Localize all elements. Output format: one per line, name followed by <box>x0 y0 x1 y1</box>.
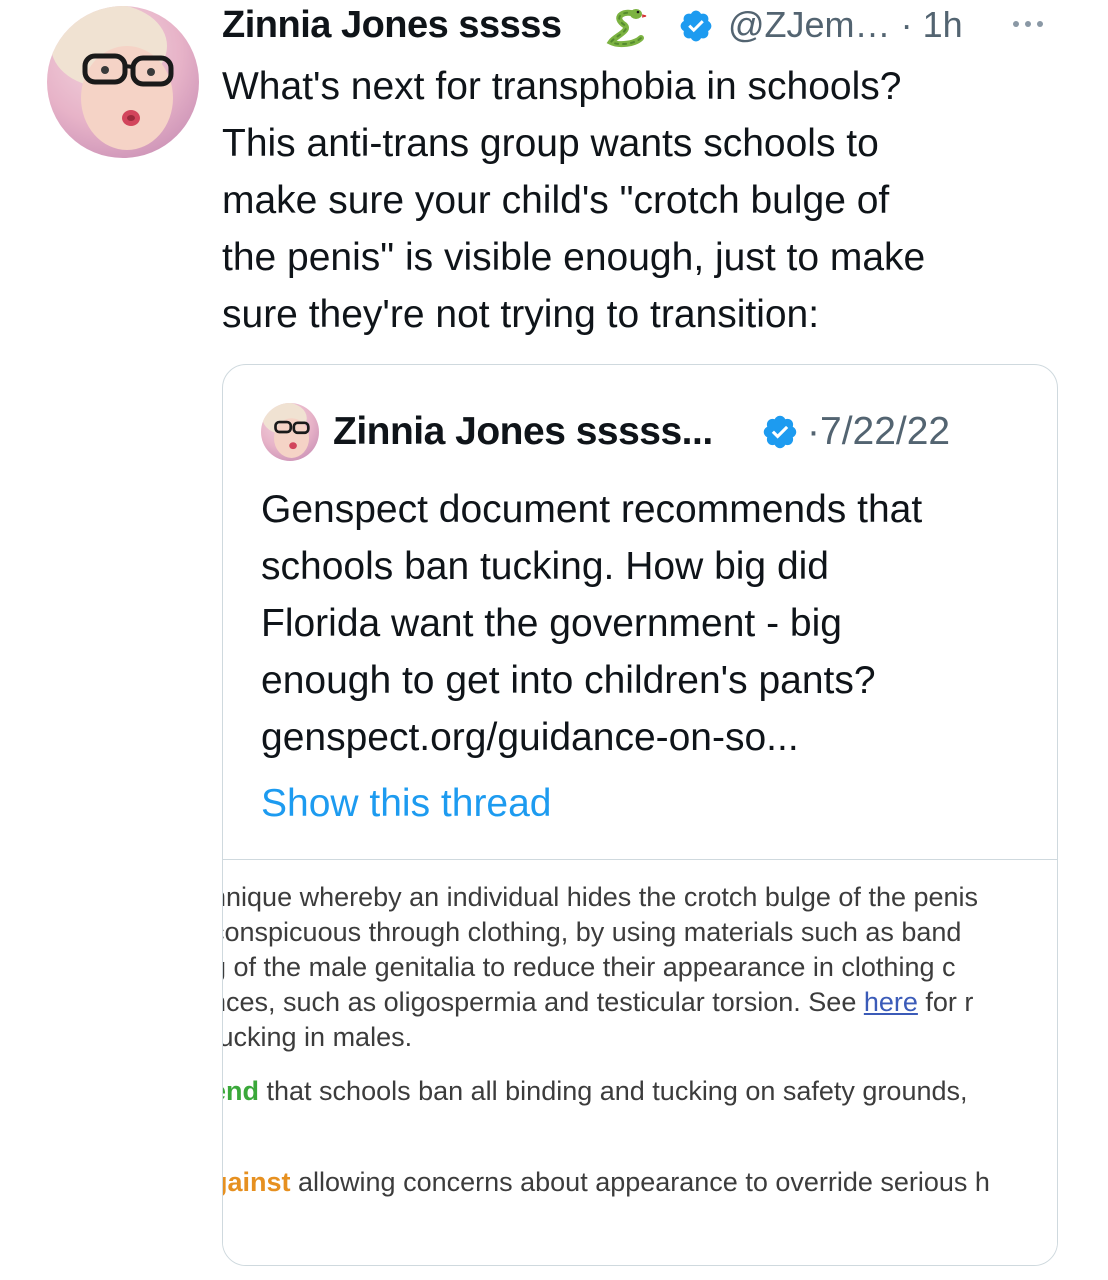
document-text: for r <box>917 987 974 1017</box>
separator-dot: · <box>900 4 913 45</box>
author-handle-and-time[interactable]: @ZJem… · 1h <box>728 2 963 48</box>
avatar-photo <box>261 403 319 461</box>
verified-badge-icon <box>761 413 799 451</box>
document-link: here <box>863 987 918 1017</box>
keyword-recommend: end <box>223 1076 260 1106</box>
author-avatar[interactable] <box>47 6 199 158</box>
quoted-tweet-image[interactable]: nnique whereby an individual hides the c… <box>223 859 1057 1265</box>
document-text: nces, such as oligospermia and testicula… <box>223 987 864 1017</box>
quoted-date-value: 7/22/22 <box>820 410 951 453</box>
author-handle[interactable]: @ZJem… <box>728 4 891 45</box>
document-line: g of the male genitalia to reduce their … <box>223 952 956 982</box>
quoted-author-avatar <box>261 403 319 461</box>
document-line: end that schools ban all binding and tuc… <box>223 1074 968 1108</box>
show-thread-link[interactable]: Show this thread <box>261 775 552 832</box>
document-text: allowing concerns about appearance to ov… <box>290 1167 990 1197</box>
avatar-photo <box>47 6 199 158</box>
snake-icon <box>605 6 647 48</box>
tweet-text: What's next for transphobia in schools? … <box>222 65 926 336</box>
separator-dot: · <box>807 410 820 453</box>
verified-badge-icon <box>678 8 714 44</box>
tweet-timestamp[interactable]: 1h <box>923 4 963 45</box>
quoted-tweet-card[interactable]: Zinnia Jones sssss... ·7/22/22 Genspect … <box>222 364 1058 1266</box>
keyword-against: gainst <box>223 1167 291 1197</box>
document-line: tucking in males. <box>223 1022 413 1052</box>
quoted-author-name: Zinnia Jones sssss... <box>333 410 713 453</box>
quoted-tweet-text: Genspect document recommends that school… <box>261 488 923 759</box>
document-line: conspicuous through clothing, by using m… <box>223 917 962 947</box>
document-line: nnique whereby an individual hides the c… <box>223 882 979 912</box>
document-text: that schools ban all binding and tucking… <box>259 1076 968 1106</box>
document-line: gainst allowing concerns about appearanc… <box>223 1165 990 1199</box>
document-line: nces, such as oligospermia and testicula… <box>223 985 973 1019</box>
tweet-header: Zinnia Jones sssss @ZJem… · 1h <box>222 2 1108 48</box>
author-name[interactable]: Zinnia Jones sssss <box>222 2 562 48</box>
more-options-icon[interactable] <box>1002 16 1054 32</box>
quoted-tweet-date: ·7/22/22 <box>807 407 950 457</box>
